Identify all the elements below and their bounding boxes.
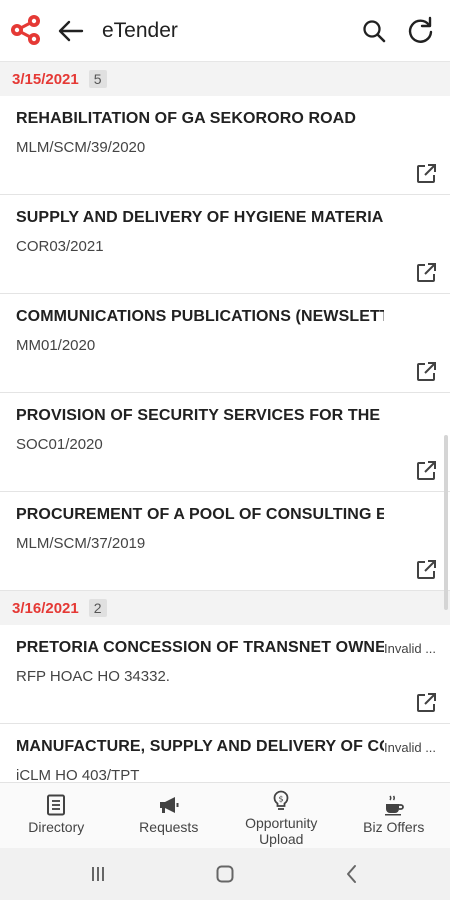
- date-group-header: 3/15/2021 5: [0, 62, 450, 96]
- open-external-icon[interactable]: [414, 558, 438, 582]
- open-external-icon[interactable]: [414, 360, 438, 384]
- tender-list[interactable]: 3/15/2021 5 REHABILITATION OF GA SEKOROR…: [0, 62, 450, 782]
- tender-item[interactable]: SUPPLY AND DELIVERY OF HYGIENE MATERIALS…: [0, 195, 450, 294]
- nav-label: Requests: [139, 819, 199, 835]
- tender-item[interactable]: COMMUNICATIONS PUBLICATIONS (NEWSLETTER …: [0, 294, 450, 393]
- tender-status: Invalid ...: [384, 641, 437, 656]
- nav-label: Directory: [28, 819, 85, 835]
- nav-biz-offers[interactable]: Biz Offers: [338, 783, 450, 848]
- back-icon[interactable]: [340, 862, 364, 886]
- date-group-header: 3/16/2021 2: [0, 591, 450, 625]
- group-count-badge: 2: [88, 599, 107, 617]
- share-logo-icon[interactable]: [8, 12, 44, 48]
- tender-reference: MLM/SCM/37/2019: [16, 535, 146, 552]
- nav-requests[interactable]: Requests: [113, 783, 226, 848]
- tender-title: PRETORIA CONCESSION OF TRANSNET OWNED: [16, 639, 384, 656]
- scrollbar[interactable]: [444, 435, 448, 610]
- group-count-badge: 5: [88, 70, 107, 88]
- svg-text:$: $: [279, 795, 284, 804]
- tender-title: COMMUNICATIONS PUBLICATIONS (NEWSLETTER: [16, 308, 384, 325]
- refresh-icon[interactable]: [404, 15, 436, 47]
- tender-item[interactable]: MANUFACTURE, SUPPLY AND DELIVERY OF CO I…: [0, 724, 450, 782]
- group-date: 3/15/2021: [12, 70, 79, 88]
- tender-item[interactable]: PROVISION OF SECURITY SERVICES FOR THE P…: [0, 393, 450, 492]
- directory-icon: [47, 794, 66, 816]
- tender-title: SUPPLY AND DELIVERY OF HYGIENE MATERIALS: [16, 209, 384, 226]
- nav-directory[interactable]: Directory: [0, 783, 113, 848]
- tender-reference: SOC01/2020: [16, 436, 103, 453]
- app-bar: eTender: [0, 0, 450, 62]
- nav-opportunity-upload[interactable]: $ Opportunity Upload: [225, 783, 338, 848]
- tender-title: PROVISION OF SECURITY SERVICES FOR THE P: [16, 407, 384, 424]
- recent-apps-icon[interactable]: [86, 862, 110, 886]
- coffee-cup-icon: [384, 795, 404, 816]
- tender-item[interactable]: REHABILITATION OF GA SEKORORO ROAD MLM/S…: [0, 96, 450, 195]
- open-external-icon[interactable]: [414, 459, 438, 483]
- system-navigation-bar: [0, 848, 450, 900]
- open-external-icon[interactable]: [414, 691, 438, 715]
- lightbulb-icon: $: [273, 790, 289, 810]
- tender-reference: MLM/SCM/39/2020: [16, 139, 146, 156]
- open-external-icon[interactable]: [414, 261, 438, 285]
- back-arrow-icon[interactable]: [56, 17, 86, 45]
- nav-label: Opportunity Upload: [245, 815, 318, 847]
- tender-title: REHABILITATION OF GA SEKORORO ROAD: [16, 110, 356, 127]
- tender-reference: RFP HOAC HO 34332.: [16, 668, 170, 685]
- tender-item[interactable]: PROCUREMENT OF A POOL OF CONSULTING EN M…: [0, 492, 450, 591]
- bottom-navigation: Directory Requests $ Opportunity Upload …: [0, 782, 450, 848]
- app-title: eTender: [102, 19, 178, 42]
- tender-reference: MM01/2020: [16, 337, 96, 354]
- search-icon[interactable]: [360, 17, 388, 45]
- tender-title: PROCUREMENT OF A POOL OF CONSULTING EN: [16, 506, 384, 523]
- nav-label: Biz Offers: [363, 819, 425, 835]
- group-date: 3/16/2021: [12, 599, 79, 617]
- tender-title: MANUFACTURE, SUPPLY AND DELIVERY OF CO: [16, 738, 384, 755]
- tender-item[interactable]: PRETORIA CONCESSION OF TRANSNET OWNED In…: [0, 625, 450, 724]
- home-icon[interactable]: [213, 862, 237, 886]
- tender-reference: iCLM HO 403/TPT: [16, 767, 140, 782]
- megaphone-icon: [159, 797, 179, 813]
- tender-reference: COR03/2021: [16, 238, 104, 255]
- tender-status: Invalid ...: [384, 740, 437, 755]
- open-external-icon[interactable]: [414, 162, 438, 186]
